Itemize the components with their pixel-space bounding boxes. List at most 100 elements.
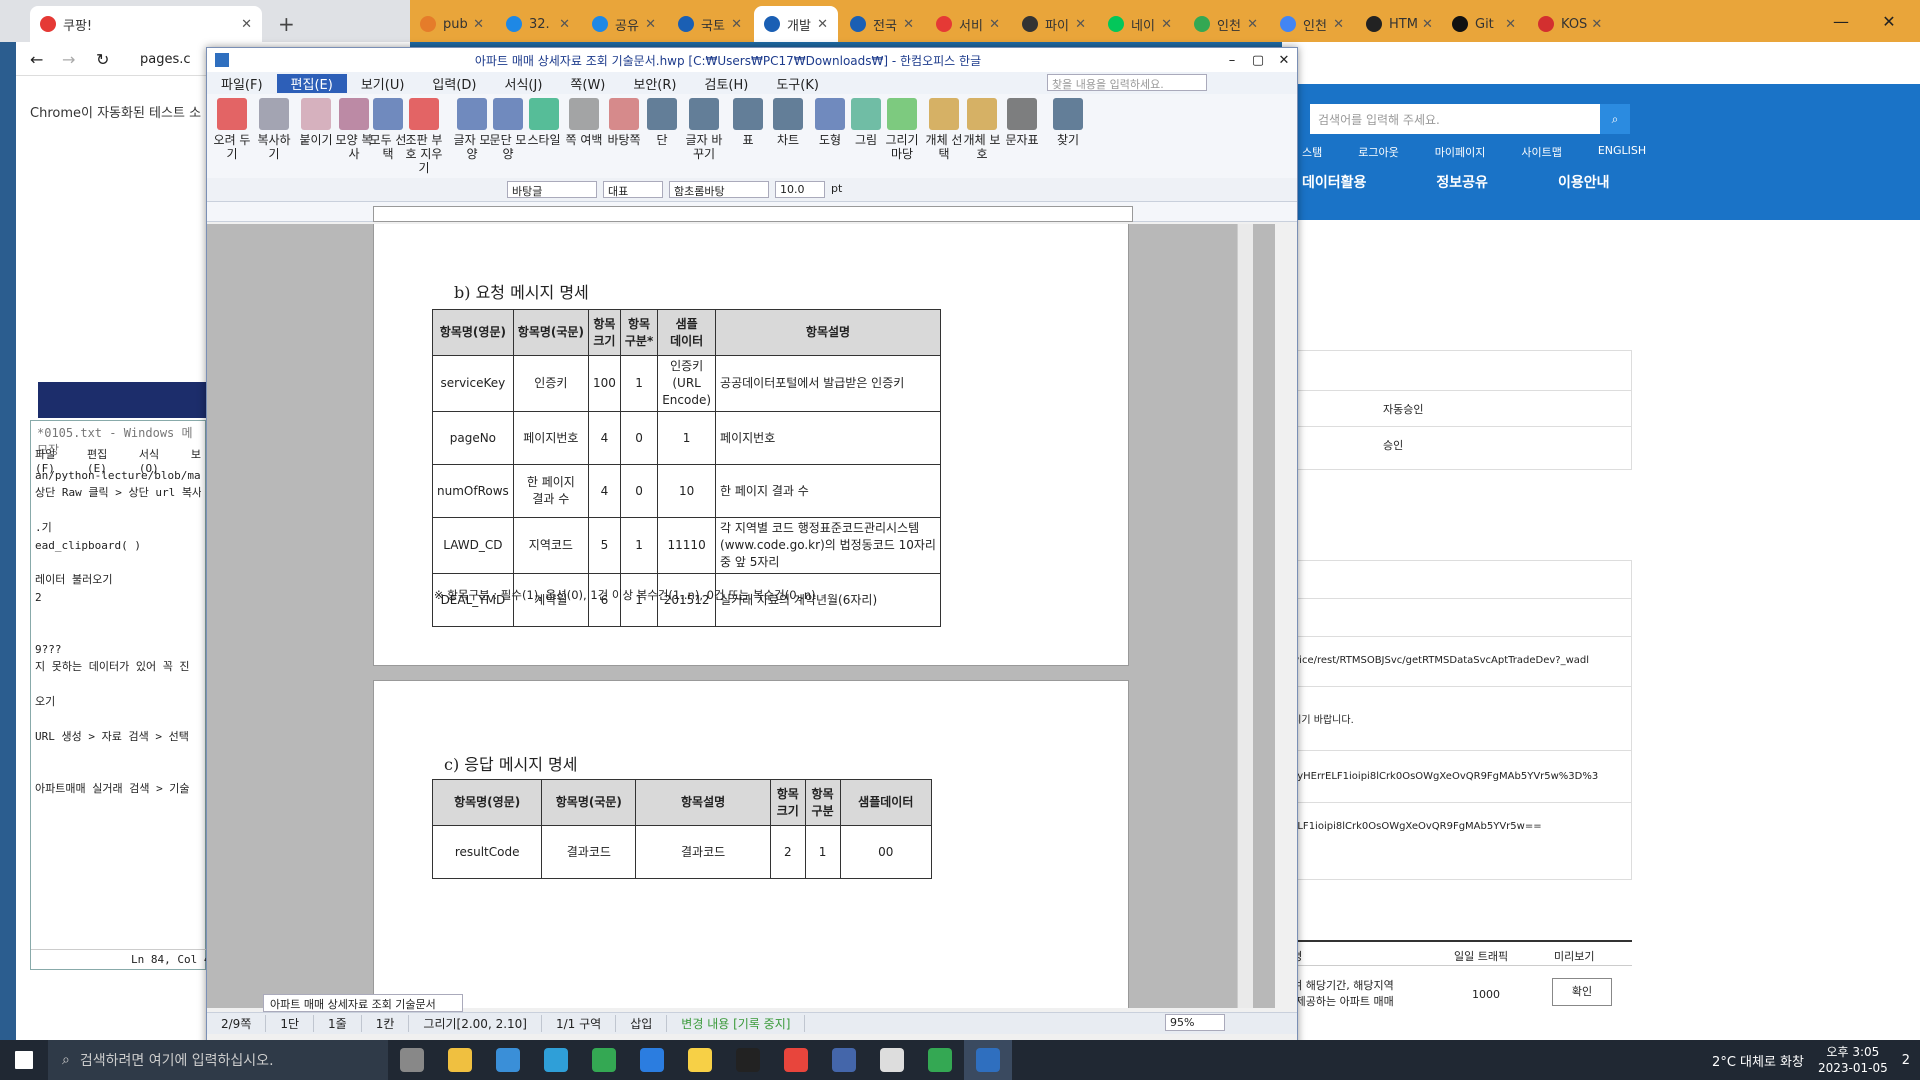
hwp-menu-item[interactable]: 보안(R) (619, 74, 690, 93)
back-icon[interactable]: ← (30, 50, 43, 69)
maximize-button[interactable]: ▢ (1245, 53, 1271, 68)
ribbon-button[interactable]: 조판 부호 지우기 (405, 98, 443, 175)
portal-link[interactable]: 마이페이지 (1435, 144, 1486, 160)
chrome-tab[interactable]: pub ✕ (410, 6, 494, 42)
ribbon-button[interactable]: 바탕쪽 (605, 98, 643, 147)
ribbon-button[interactable]: 개체 선택 (925, 98, 963, 161)
ribbon-button[interactable]: 그림 (847, 98, 885, 147)
ribbon-button[interactable]: 단 (643, 98, 681, 147)
ribbon-button[interactable]: 찾기 (1049, 98, 1087, 147)
close-window-button[interactable]: ✕ (1858, 0, 1920, 42)
taskbar-search[interactable]: ⌕ 검색하려면 여기에 입력하십시오. (48, 1040, 388, 1080)
hwp-menu-item[interactable]: 서식(J) (491, 74, 557, 93)
taskbar-app-icon[interactable] (820, 1040, 868, 1080)
notepad-menu-item[interactable]: 파일(F) (35, 446, 73, 475)
portal-nav-item[interactable]: 정보공유 (1436, 172, 1488, 192)
close-icon[interactable]: ✕ (813, 17, 828, 32)
address-bar[interactable]: pages.c (140, 52, 191, 67)
portal-link[interactable]: 스탬 (1302, 144, 1322, 160)
taskbar-app-icon[interactable] (628, 1040, 676, 1080)
notepad-menu-item[interactable]: 편집(E) (87, 446, 125, 475)
search-icon[interactable]: ⌕ (1600, 104, 1630, 134)
zoom-select[interactable]: 95% (1165, 1014, 1225, 1031)
document-tab[interactable]: 아파트 매매 상세자료 조회 기술문서 (263, 994, 463, 1012)
forward-icon[interactable]: → (62, 50, 75, 69)
close-icon[interactable]: ✕ (985, 17, 1000, 32)
close-icon[interactable]: ✕ (469, 17, 484, 32)
ribbon-button[interactable]: 모양 복사 (335, 98, 373, 161)
portal-nav-item[interactable]: 이용안내 (1558, 172, 1610, 192)
chrome-tab[interactable]: 공유 ✕ (582, 6, 666, 42)
close-icon[interactable]: ✕ (1243, 17, 1258, 32)
close-icon[interactable]: ✕ (237, 17, 252, 32)
ribbon-button[interactable]: 스타일 (525, 98, 563, 147)
ribbon-button[interactable]: 표 (729, 98, 767, 147)
taskbar-app-icon[interactable] (532, 1040, 580, 1080)
ribbon-button[interactable]: 문단 모양 (489, 98, 527, 161)
hwp-menu-item[interactable]: 검토(H) (690, 74, 762, 93)
vertical-scrollbar[interactable] (1237, 224, 1253, 1008)
ribbon-button[interactable]: 개체 보호 (963, 98, 1001, 161)
ribbon-button[interactable]: 복사하기 (255, 98, 293, 161)
taskbar-app-icon[interactable] (388, 1040, 436, 1080)
reload-icon[interactable]: ↻ (96, 50, 109, 69)
taskbar-app-icon[interactable] (868, 1040, 916, 1080)
chrome-tab[interactable]: 인천 ✕ (1270, 6, 1354, 42)
close-icon[interactable]: ✕ (1071, 17, 1086, 32)
portal-link[interactable]: 사이트맵 (1521, 144, 1561, 160)
taskbar-app-icon[interactable] (676, 1040, 724, 1080)
chrome-tab[interactable]: 전국 ✕ (840, 6, 924, 42)
taskbar-app-icon[interactable] (964, 1040, 1012, 1080)
close-icon[interactable]: ✕ (1501, 17, 1516, 32)
ribbon-button[interactable]: 쪽 여백 (565, 98, 603, 147)
chrome-tab[interactable]: 인천 ✕ (1184, 6, 1268, 42)
ribbon-button[interactable]: 도형 (811, 98, 849, 147)
chrome-tab[interactable]: 32. ✕ (496, 6, 580, 42)
close-icon[interactable]: ✕ (1587, 17, 1602, 32)
taskbar-app-icon[interactable] (580, 1040, 628, 1080)
font-select[interactable]: 함초롬바탕 (669, 181, 769, 198)
weather-widget[interactable]: 2°C 대체로 화창 (1712, 1051, 1804, 1070)
minimize-button[interactable]: – (1219, 53, 1245, 68)
portal-nav-item[interactable]: 데이터활용 (1302, 172, 1366, 192)
windows-start-icon[interactable] (0, 1040, 48, 1080)
close-icon[interactable]: ✕ (727, 17, 742, 32)
close-icon[interactable]: ✕ (1157, 17, 1172, 32)
chrome-tab[interactable]: HTM ✕ (1356, 6, 1440, 42)
taskbar-app-icon[interactable] (724, 1040, 772, 1080)
hwp-menu-item[interactable]: 입력(D) (418, 74, 490, 93)
tab-coupang[interactable]: 쿠팡! ✕ (30, 6, 262, 42)
chrome-tab[interactable]: 파이 ✕ (1012, 6, 1096, 42)
close-icon[interactable]: ✕ (555, 17, 570, 32)
portal-link[interactable]: 로그아웃 (1358, 144, 1398, 160)
notepad-menu-item[interactable]: 보 (191, 446, 201, 462)
notification-badge[interactable]: 2 (1902, 1053, 1910, 1068)
taskbar-app-icon[interactable] (484, 1040, 532, 1080)
taskbar-app-icon[interactable] (916, 1040, 964, 1080)
hwp-menu-item[interactable]: 쪽(W) (556, 74, 619, 93)
close-icon[interactable]: ✕ (641, 17, 656, 32)
ribbon-button[interactable]: 글자 바꾸기 (685, 98, 723, 161)
ribbon-button[interactable]: 오려 두기 (213, 98, 251, 161)
chrome-tab[interactable]: 네이 ✕ (1098, 6, 1182, 42)
new-tab-button[interactable]: + (278, 12, 295, 36)
close-icon[interactable]: ✕ (899, 17, 914, 32)
hwp-menu-item[interactable]: 편집(E) (276, 73, 347, 93)
notepad-text[interactable]: an/python-lecture/blob/maste 상단 Raw 클릭 > … (31, 465, 205, 799)
chrome-tab[interactable]: 서비 ✕ (926, 6, 1010, 42)
clock[interactable]: 오후 3:05 2023-01-05 (1818, 1044, 1888, 1076)
taskbar-app-icon[interactable] (436, 1040, 484, 1080)
notepad-menu-item[interactable]: 서식(O) (139, 446, 177, 475)
close-button[interactable]: ✕ (1271, 53, 1297, 68)
hwp-menu-item[interactable]: 도구(K) (762, 74, 833, 93)
taskbar-app-icon[interactable] (772, 1040, 820, 1080)
style-select[interactable]: 바탕글 (507, 181, 597, 198)
chrome-tab[interactable]: Git ✕ (1442, 6, 1526, 42)
portal-search-input[interactable]: 검색어를 입력해 주세요. (1310, 104, 1600, 134)
hwp-menu-item[interactable]: 보기(U) (347, 74, 419, 93)
close-icon[interactable]: ✕ (1329, 17, 1344, 32)
chrome-tab[interactable]: 개발 ✕ (754, 6, 838, 42)
hwp-search-input[interactable]: 찾을 내용을 입력하세요. (1047, 74, 1207, 91)
size-input[interactable]: 10.0 (775, 181, 825, 198)
ribbon-button[interactable]: 모두 선택 (369, 98, 407, 161)
